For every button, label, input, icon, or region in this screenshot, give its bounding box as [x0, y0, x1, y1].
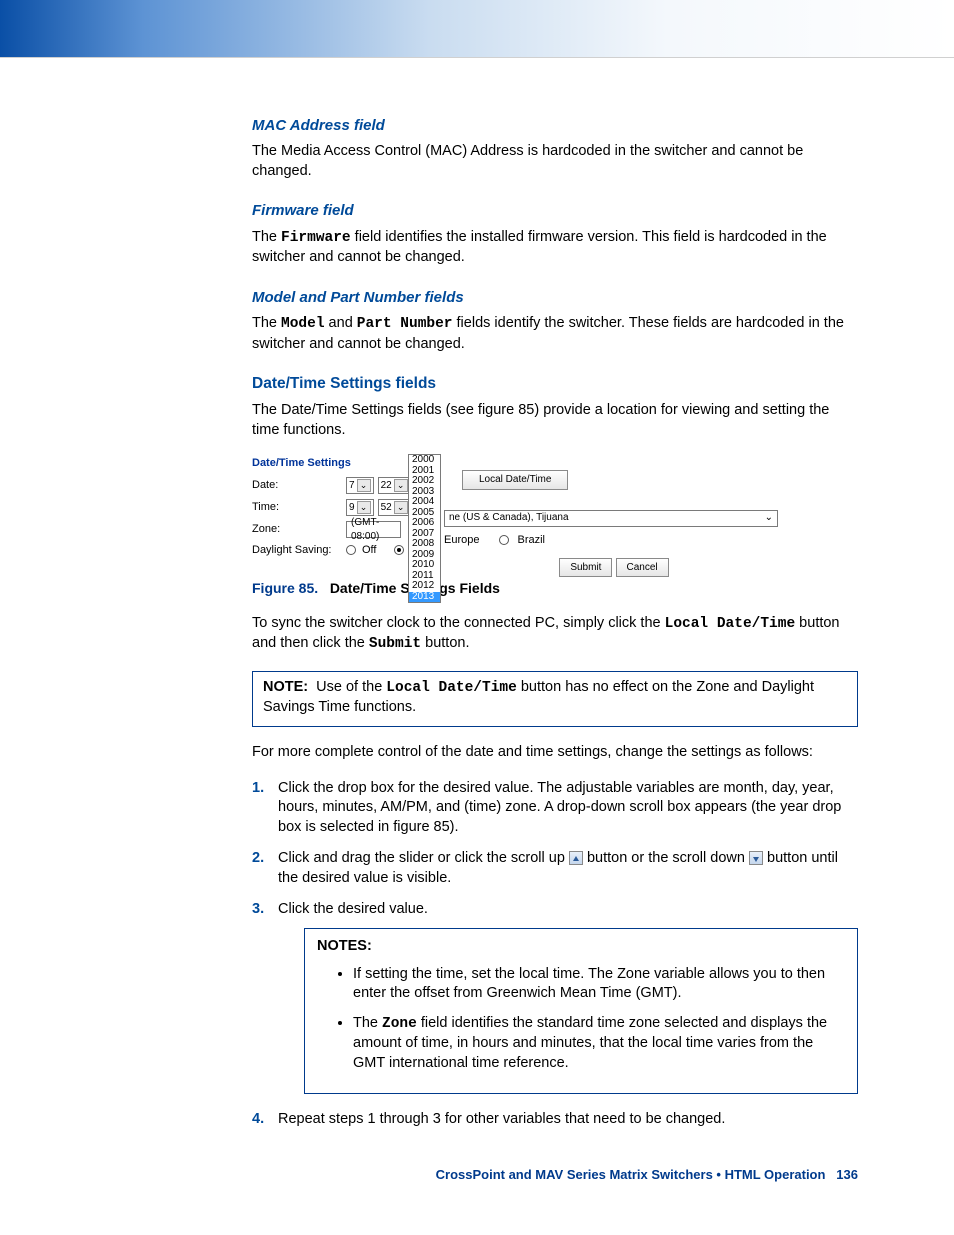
submit-button[interactable]: Submit	[559, 558, 612, 578]
steps-list: Click the drop box for the desired value…	[252, 779, 858, 1130]
scroll-down-icon	[749, 851, 763, 865]
chevron-down-icon: ⌄	[357, 479, 371, 492]
note-label: NOTE:	[263, 679, 308, 695]
label-dst: Daylight Saving:	[252, 543, 342, 558]
dst-right-row: Europe Brazil	[444, 533, 784, 548]
note-box-1: NOTE: Use of the Local Date/Time button …	[252, 671, 858, 727]
label-zone: Zone:	[252, 522, 342, 537]
step-4: Repeat steps 1 through 3 for other varia…	[252, 1110, 858, 1130]
top-gradient-bar	[0, 0, 954, 58]
heading-model: Model and Part Number fields	[252, 288, 858, 308]
dst-off-label: Off	[362, 543, 376, 558]
radio-usa[interactable]	[394, 545, 404, 555]
section-firmware: Firmware field The Firmware field identi…	[252, 201, 858, 267]
datetime-form-screenshot: Date/Time Settings Date: 7⌄ 22⌄ Time: 9⌄…	[252, 454, 780, 569]
chevron-down-icon: ⌄	[765, 511, 773, 525]
heading-firmware: Firmware field	[252, 201, 858, 221]
notes-label: NOTES:	[317, 937, 845, 957]
form-right-column: Local Date/Time ne (US & Canada), Tijuan…	[444, 470, 784, 577]
year-dropdown-list[interactable]: 2000 2001 2002 2003 2004 2005 2006 2007 …	[408, 454, 441, 603]
para-mac: The Media Access Control (MAC) Address i…	[252, 142, 858, 181]
radio-off[interactable]	[346, 545, 356, 555]
label-time: Time:	[252, 500, 342, 515]
dst-europe-label: Europe	[444, 533, 479, 548]
page-content: MAC Address field The Media Access Contr…	[0, 58, 954, 1223]
para-model: The Model and Part Number fields identif…	[252, 314, 858, 354]
step-2: Click and drag the slider or click the s…	[252, 849, 858, 888]
hour-select[interactable]: 9⌄	[346, 499, 374, 516]
notes-box: NOTES: If setting the time, set the loca…	[304, 928, 858, 1094]
chevron-down-icon: ⌄	[394, 501, 408, 514]
scroll-up-icon	[569, 851, 583, 865]
section-mac: MAC Address field The Media Access Contr…	[252, 116, 858, 181]
step-1: Click the drop box for the desired value…	[252, 779, 858, 838]
form-title: Date/Time Settings	[252, 456, 780, 471]
year-option-selected[interactable]: 2013	[409, 592, 440, 603]
local-datetime-button[interactable]: Local Date/Time	[462, 470, 568, 490]
dst-brazil-label: Brazil	[517, 533, 545, 548]
section-model: Model and Part Number fields The Model a…	[252, 288, 858, 354]
step-3: Click the desired value. NOTES: If setti…	[252, 900, 858, 1094]
chevron-down-icon: ⌄	[357, 501, 371, 514]
month-select[interactable]: 7⌄	[346, 477, 374, 494]
heading-mac: MAC Address field	[252, 116, 858, 136]
minute-select[interactable]: 52⌄	[378, 499, 411, 516]
page-footer: CrossPoint and MAV Series Matrix Switche…	[252, 1166, 858, 1184]
para-sync: To sync the switcher clock to the connec…	[252, 614, 858, 655]
para-firmware: The Firmware field identifies the instal…	[252, 228, 858, 268]
radio-brazil[interactable]	[499, 535, 509, 545]
para-more-intro: For more complete control of the date an…	[252, 743, 858, 763]
chevron-down-icon: ⌄	[394, 479, 408, 492]
heading-datetime: Date/Time Settings fields	[252, 374, 858, 395]
notes-bullet-1: If setting the time, set the local time.…	[353, 965, 845, 1004]
label-date: Date:	[252, 478, 342, 493]
zone-short-box[interactable]: (GMT-08:00)	[346, 521, 401, 538]
zone-wide-select[interactable]: ne (US & Canada), Tijuana ⌄	[444, 510, 778, 527]
section-datetime: Date/Time Settings fields The Date/Time …	[252, 374, 858, 1130]
notes-bullet-2: The Zone field identifies the standard t…	[353, 1014, 845, 1074]
day-select[interactable]: 22⌄	[378, 477, 411, 494]
figure-caption: Figure 85. Date/Time Settings Fields	[252, 579, 858, 598]
cancel-button[interactable]: Cancel	[616, 558, 669, 578]
code-firmware: Firmware	[281, 230, 351, 246]
para-datetime-intro: The Date/Time Settings fields (see figur…	[252, 401, 858, 440]
